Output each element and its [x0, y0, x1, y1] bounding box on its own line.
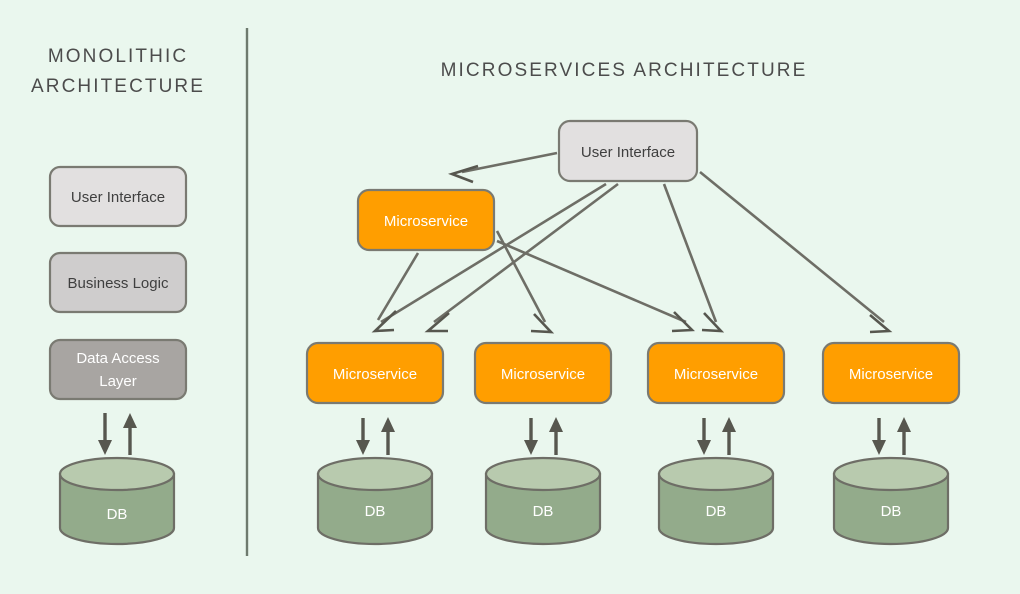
database-2-top — [484, 456, 602, 492]
monolith-box-data-access-layer-label-line1: Data Access — [76, 350, 159, 367]
database-4[interactable]: DB — [832, 456, 950, 546]
microservices-user-interface-label: User Interface — [581, 144, 675, 161]
microservices-title: MICROSERVICES ARCHITECTURE — [441, 60, 808, 81]
microservice-1[interactable]: Microservice — [305, 341, 445, 405]
monolith-box-user-interface-label: User Interface — [71, 189, 165, 206]
microservice-3[interactable]: Microservice — [646, 341, 786, 405]
microservice-top-label: Microservice — [384, 213, 468, 230]
microservice-4[interactable]: Microservice — [821, 341, 961, 405]
database-1[interactable]: DB — [316, 456, 434, 546]
monolith-box-data-access-layer[interactable]: Data Access Layer — [48, 338, 188, 401]
microservice-2-label: Microservice — [501, 366, 585, 383]
database-3[interactable]: DB — [657, 456, 775, 546]
monolith-database-top — [58, 456, 176, 492]
microservice-top[interactable]: Microservice — [356, 188, 496, 252]
microservice-2[interactable]: Microservice — [473, 341, 613, 405]
microservices-user-interface[interactable]: User Interface — [557, 119, 699, 183]
microservice-3-label: Microservice — [674, 366, 758, 383]
monolith-box-data-access-layer-label-line2: Layer — [99, 373, 137, 390]
database-1-top — [316, 456, 434, 492]
database-4-top — [832, 456, 950, 492]
database-3-top — [657, 456, 775, 492]
database-4-label: DB — [881, 503, 902, 520]
monolith-box-data-access-layer-shape — [48, 338, 188, 401]
database-2[interactable]: DB — [484, 456, 602, 546]
monolith-box-user-interface[interactable]: User Interface — [48, 165, 188, 228]
architecture-diagram: MONOLITHIC ARCHITECTURE User Interface B… — [0, 0, 1020, 594]
monolith-database[interactable]: DB — [58, 456, 176, 546]
monolithic-title-line2: ARCHITECTURE — [31, 76, 205, 97]
monolith-box-business-logic-label: Business Logic — [68, 275, 169, 292]
database-1-label: DB — [365, 503, 386, 520]
monolith-box-business-logic[interactable]: Business Logic — [48, 251, 188, 314]
microservice-4-label: Microservice — [849, 366, 933, 383]
monolithic-title-line1: MONOLITHIC — [48, 46, 188, 67]
monolith-database-label: DB — [107, 506, 128, 523]
microservice-1-label: Microservice — [333, 366, 417, 383]
database-2-label: DB — [533, 503, 554, 520]
database-3-label: DB — [706, 503, 727, 520]
